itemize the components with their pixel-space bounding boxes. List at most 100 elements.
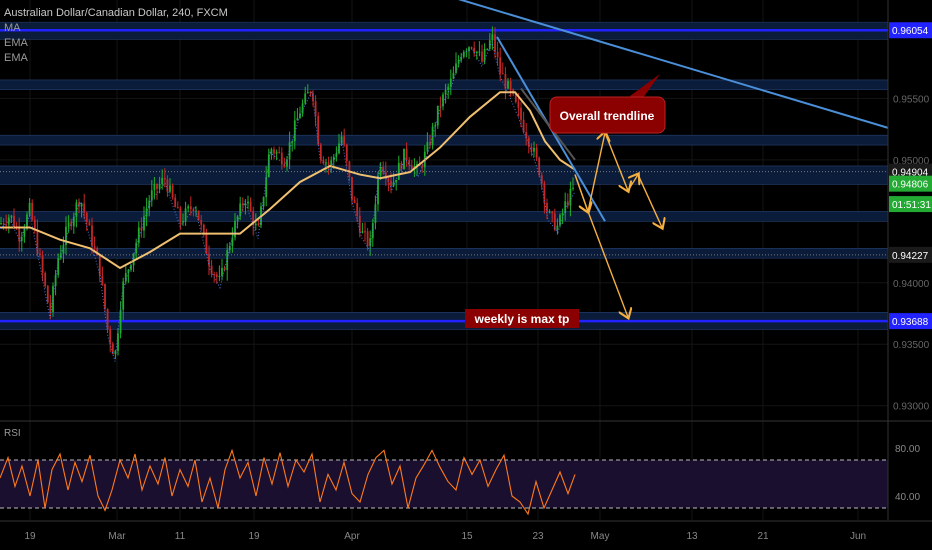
candle-body (436, 105, 439, 126)
indicator-ma[interactable]: MA (4, 21, 228, 36)
candle-body (543, 183, 546, 204)
candle-body (122, 281, 125, 310)
price-axis: 0.955000.950000.940000.935000.930000.960… (887, 0, 932, 520)
candle-body (83, 203, 86, 213)
candle-body (88, 222, 91, 226)
candle-body (41, 254, 44, 273)
candle-body (18, 228, 21, 242)
candle-body (179, 208, 182, 223)
candle-body (231, 237, 234, 246)
y-tick-4: 0.93000 (893, 402, 930, 413)
candle-body (20, 236, 23, 242)
candle-body (85, 212, 88, 223)
x-tick-5: 15 (461, 531, 473, 542)
candle-body (278, 151, 281, 153)
symbol-title[interactable]: Australian Dollar/Canadian Dollar, 240, … (4, 6, 228, 21)
candle-body (75, 202, 78, 217)
candle-body (397, 162, 400, 180)
candle-body (400, 162, 403, 170)
indicator-ema-2[interactable]: EMA (4, 51, 228, 66)
candle-body (119, 309, 122, 334)
zone-3 (0, 165, 888, 185)
candle-body (546, 203, 548, 212)
candle-body (358, 215, 361, 233)
candle-body (205, 233, 208, 254)
candle-body (241, 203, 244, 206)
candle-body (439, 105, 442, 107)
candle-body (481, 51, 483, 62)
candle-body (475, 51, 478, 54)
candle-body (431, 126, 434, 146)
projection-arrows[interactable] (574, 133, 662, 317)
candle-body (348, 161, 351, 177)
candle-body (249, 201, 252, 211)
price-label-4: 0.94227 (892, 251, 929, 262)
candle-body (556, 225, 559, 230)
candle-body (291, 141, 294, 143)
candle-body (280, 152, 283, 165)
candle-body (447, 86, 450, 91)
candle-body (36, 229, 39, 254)
candle-body (202, 224, 205, 234)
candle-body (187, 206, 190, 209)
candle-body (210, 265, 213, 275)
candle-body (483, 49, 486, 62)
candle-body (215, 274, 218, 277)
candle-body (572, 187, 574, 189)
candle-body (351, 176, 353, 200)
candle-body (176, 207, 179, 209)
x-tick-7: May (591, 531, 610, 542)
candle-body (353, 199, 356, 203)
y-tick-0: 0.95500 (893, 94, 930, 105)
price-label-5: 0.93688 (892, 317, 929, 328)
candle-body (213, 274, 216, 276)
candle-body (364, 231, 366, 233)
rsi-label[interactable]: RSI (4, 428, 21, 439)
y-tick-3: 0.93500 (893, 340, 930, 351)
candle-body (218, 275, 221, 277)
candle-body (494, 34, 496, 52)
candle-body (491, 34, 494, 41)
candle-body (421, 165, 424, 168)
candle-body (153, 184, 156, 191)
candle-body (548, 211, 551, 213)
candle-body (426, 142, 429, 152)
candle-body (101, 275, 104, 285)
candle-body (0, 223, 2, 225)
candle-body (530, 146, 533, 152)
candle-body (275, 151, 278, 154)
chart-legend: Australian Dollar/Canadian Dollar, 240, … (4, 6, 228, 66)
candle-body (67, 222, 70, 227)
candle-body (189, 206, 192, 210)
candle-body (522, 119, 525, 132)
candle-body (247, 201, 249, 204)
candle-body (257, 223, 260, 226)
price-chart[interactable]: Overall trendline weekly is max tp 0.9550… (0, 0, 932, 550)
candle-body (197, 210, 200, 221)
candle-body (72, 216, 75, 227)
candle-body (221, 267, 223, 276)
price-label-2: 0.94806 (892, 180, 929, 191)
rsi-tick-1: 40.00 (895, 492, 920, 503)
indicator-ema-1[interactable]: EMA (4, 36, 228, 51)
candle-body (200, 220, 203, 225)
candle-body (564, 201, 567, 214)
x-tick-9: 21 (757, 531, 769, 542)
candle-body (306, 91, 309, 94)
rsi-tick-0: 80.00 (895, 444, 920, 455)
candle-body (356, 202, 359, 216)
candle-body (377, 175, 379, 205)
candle-body (31, 202, 34, 220)
candle-body (327, 162, 330, 165)
candle-body (169, 185, 171, 192)
candle-body (504, 74, 507, 89)
candle-body (444, 90, 447, 95)
candle-body (478, 51, 481, 53)
candle-body (553, 213, 556, 230)
candle-body (501, 73, 504, 75)
candle-body (312, 93, 314, 102)
tp-label-text: weekly is max tp (474, 312, 570, 326)
candle-body (533, 147, 535, 152)
candle-body (288, 142, 291, 160)
x-tick-6: 23 (532, 531, 544, 542)
